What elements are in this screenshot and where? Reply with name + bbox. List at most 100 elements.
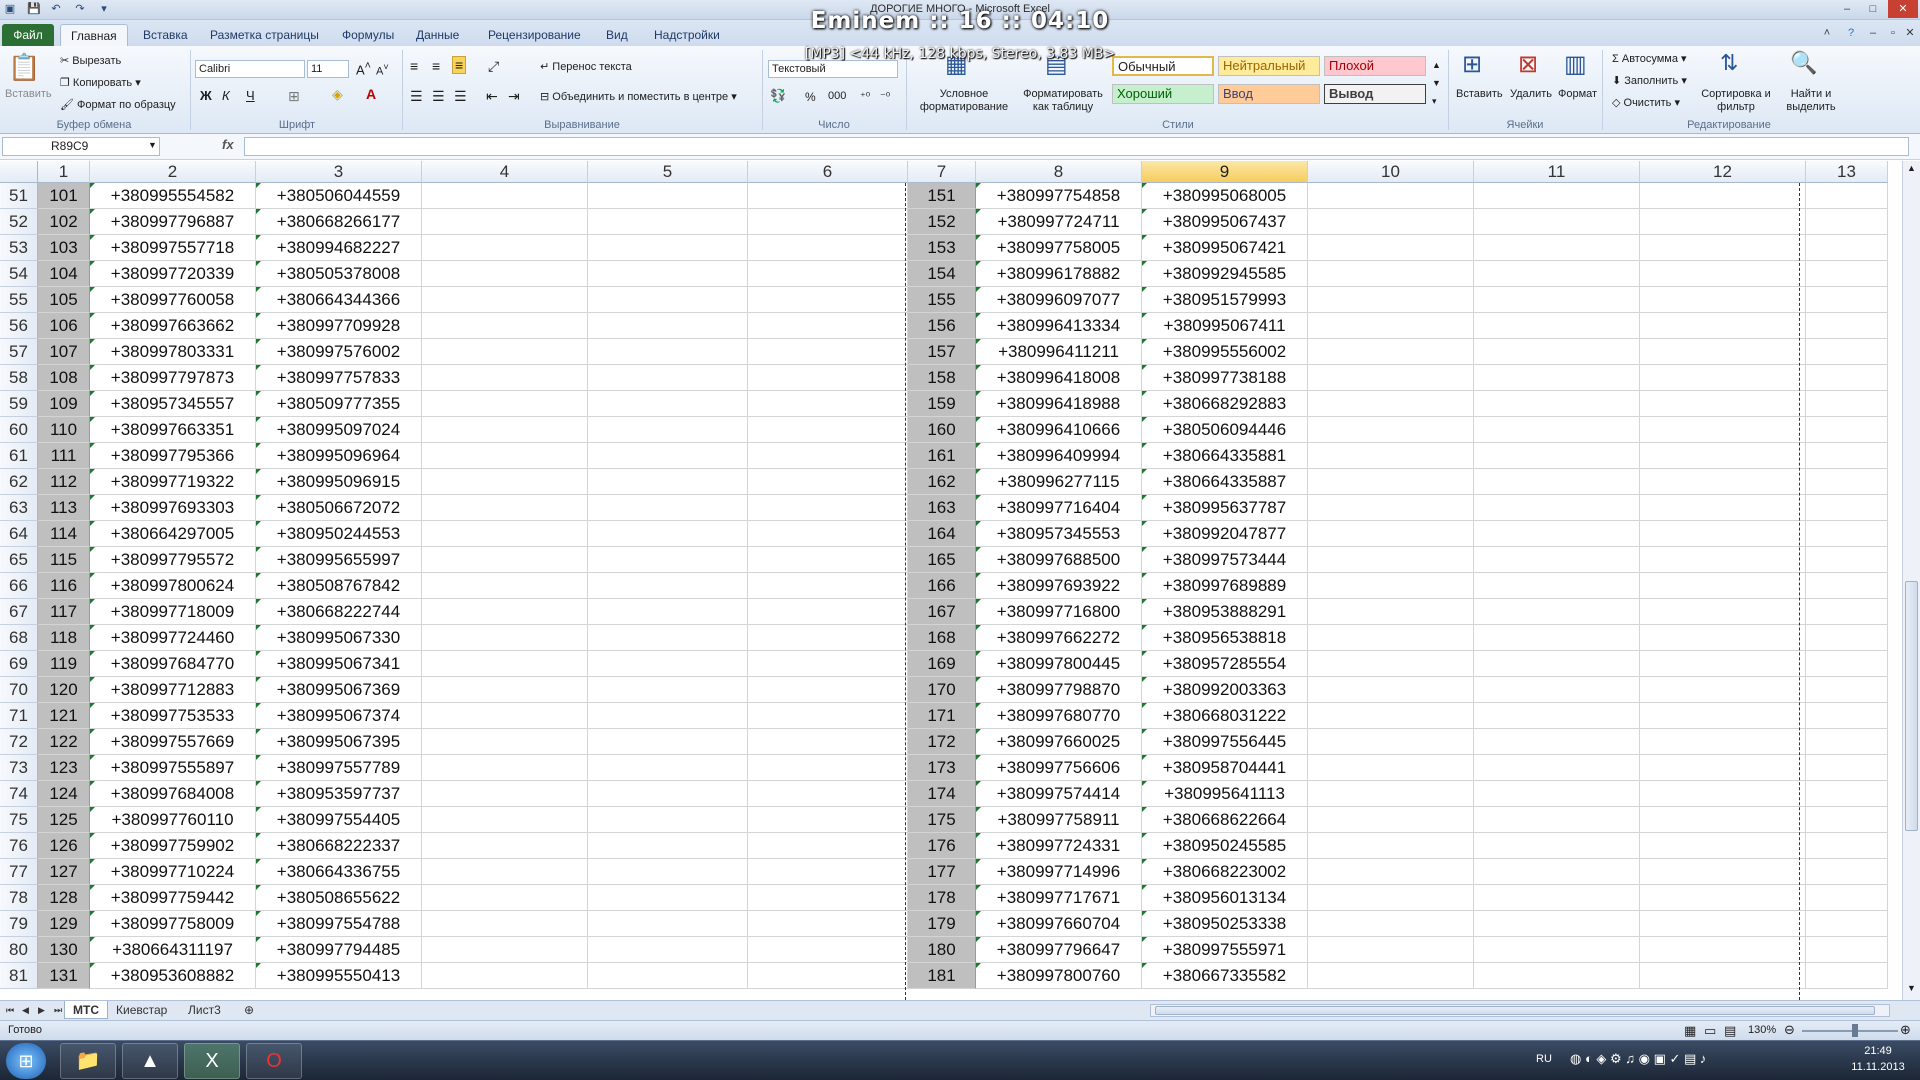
empty-cell[interactable] xyxy=(1474,365,1640,391)
table-cell[interactable]: 108 xyxy=(38,365,90,391)
table-cell[interactable]: +380668031222 xyxy=(1142,703,1308,729)
empty-cell[interactable] xyxy=(1806,365,1888,391)
row-header[interactable]: 69 xyxy=(0,651,38,677)
empty-cell[interactable] xyxy=(422,443,588,469)
table-cell[interactable]: 173 xyxy=(908,755,976,781)
table-cell[interactable]: +380997716404 xyxy=(976,495,1142,521)
empty-cell[interactable] xyxy=(1308,859,1474,885)
empty-cell[interactable] xyxy=(1308,495,1474,521)
paste-button[interactable]: Вставить xyxy=(5,88,52,100)
table-cell[interactable]: +380997759902 xyxy=(90,833,256,859)
empty-cell[interactable] xyxy=(1308,807,1474,833)
table-cell[interactable]: 165 xyxy=(908,547,976,573)
column-header-4[interactable]: 4 xyxy=(422,161,588,183)
column-header-13[interactable]: 13 xyxy=(1806,161,1888,183)
row-header[interactable]: 73 xyxy=(0,755,38,781)
table-cell[interactable]: 131 xyxy=(38,963,90,989)
table-cell[interactable]: +380996410666 xyxy=(976,417,1142,443)
table-cell[interactable]: 111 xyxy=(38,443,90,469)
empty-cell[interactable] xyxy=(1474,287,1640,313)
table-cell[interactable]: +380664311197 xyxy=(90,937,256,963)
table-cell[interactable]: +380997693303 xyxy=(90,495,256,521)
table-cell[interactable]: +380997576002 xyxy=(256,339,422,365)
row-header[interactable]: 74 xyxy=(0,781,38,807)
table-cell[interactable]: +380996411211 xyxy=(976,339,1142,365)
table-cell[interactable]: +380997660704 xyxy=(976,911,1142,937)
worksheet-grid[interactable]: 1 2 3 4 5 6 7 8 9 10 11 12 13 51 101 +380995554582 +380… xyxy=(0,161,1902,1000)
empty-cell[interactable] xyxy=(1474,261,1640,287)
empty-cell[interactable] xyxy=(1640,339,1806,365)
row-header[interactable]: 78 xyxy=(0,885,38,911)
empty-cell[interactable] xyxy=(748,729,908,755)
table-cell[interactable]: +380995067411 xyxy=(1142,313,1308,339)
table-cell[interactable]: 174 xyxy=(908,781,976,807)
empty-cell[interactable] xyxy=(1806,729,1888,755)
table-cell[interactable]: 102 xyxy=(38,209,90,235)
table-cell[interactable]: +380995641113 xyxy=(1142,781,1308,807)
table-cell[interactable]: 180 xyxy=(908,937,976,963)
table-cell[interactable]: +380995067341 xyxy=(256,651,422,677)
empty-cell[interactable] xyxy=(588,859,748,885)
empty-cell[interactable] xyxy=(1474,885,1640,911)
empty-cell[interactable] xyxy=(588,261,748,287)
empty-cell[interactable] xyxy=(1308,313,1474,339)
table-cell[interactable]: +380509777355 xyxy=(256,391,422,417)
empty-cell[interactable] xyxy=(748,183,908,209)
empty-cell[interactable] xyxy=(422,677,588,703)
empty-cell[interactable] xyxy=(1640,183,1806,209)
row-header[interactable]: 70 xyxy=(0,677,38,703)
empty-cell[interactable] xyxy=(1308,573,1474,599)
empty-cell[interactable] xyxy=(1806,183,1888,209)
empty-cell[interactable] xyxy=(1308,781,1474,807)
increase-indent-icon[interactable]: ⇥ xyxy=(508,88,520,105)
table-cell[interactable]: +380997800445 xyxy=(976,651,1142,677)
table-cell[interactable]: +380997663351 xyxy=(90,417,256,443)
table-cell[interactable]: +380997760058 xyxy=(90,287,256,313)
empty-cell[interactable] xyxy=(748,417,908,443)
table-cell[interactable]: +380996413334 xyxy=(976,313,1142,339)
table-cell[interactable]: 112 xyxy=(38,469,90,495)
empty-cell[interactable] xyxy=(1806,963,1888,989)
empty-cell[interactable] xyxy=(422,365,588,391)
empty-cell[interactable] xyxy=(422,911,588,937)
empty-cell[interactable] xyxy=(1308,885,1474,911)
empty-cell[interactable] xyxy=(748,573,908,599)
table-cell[interactable]: +380997759442 xyxy=(90,885,256,911)
zoom-out-icon[interactable]: ⊖ xyxy=(1784,1022,1795,1038)
row-header[interactable]: 52 xyxy=(0,209,38,235)
empty-cell[interactable] xyxy=(1640,599,1806,625)
empty-cell[interactable] xyxy=(1640,365,1806,391)
table-cell[interactable]: +380997760110 xyxy=(90,807,256,833)
table-cell[interactable]: +380996418008 xyxy=(976,365,1142,391)
empty-cell[interactable] xyxy=(1806,391,1888,417)
table-cell[interactable]: +380997794485 xyxy=(256,937,422,963)
table-cell[interactable]: +380997718009 xyxy=(90,599,256,625)
empty-cell[interactable] xyxy=(588,183,748,209)
empty-cell[interactable] xyxy=(1806,625,1888,651)
empty-cell[interactable] xyxy=(1308,703,1474,729)
fill-button[interactable]: ⬇ Заполнить ▾ xyxy=(1612,74,1687,87)
empty-cell[interactable] xyxy=(422,755,588,781)
empty-cell[interactable] xyxy=(1806,859,1888,885)
empty-cell[interactable] xyxy=(1640,573,1806,599)
empty-cell[interactable] xyxy=(1640,911,1806,937)
empty-cell[interactable] xyxy=(748,651,908,677)
table-cell[interactable]: 179 xyxy=(908,911,976,937)
empty-cell[interactable] xyxy=(1806,235,1888,261)
table-cell[interactable]: +380997796887 xyxy=(90,209,256,235)
style-output[interactable]: Вывод xyxy=(1324,84,1426,104)
table-cell[interactable]: +380997758911 xyxy=(976,807,1142,833)
row-header[interactable]: 54 xyxy=(0,261,38,287)
empty-cell[interactable] xyxy=(1640,417,1806,443)
format-cells-button[interactable]: Формат xyxy=(1558,88,1597,100)
empty-cell[interactable] xyxy=(1640,235,1806,261)
empty-cell[interactable] xyxy=(588,573,748,599)
table-cell[interactable]: +380958704441 xyxy=(1142,755,1308,781)
empty-cell[interactable] xyxy=(588,625,748,651)
empty-cell[interactable] xyxy=(422,885,588,911)
empty-cell[interactable] xyxy=(1474,417,1640,443)
empty-cell[interactable] xyxy=(748,547,908,573)
empty-cell[interactable] xyxy=(1640,547,1806,573)
table-cell[interactable]: 178 xyxy=(908,885,976,911)
table-cell[interactable]: +380957285554 xyxy=(1142,651,1308,677)
